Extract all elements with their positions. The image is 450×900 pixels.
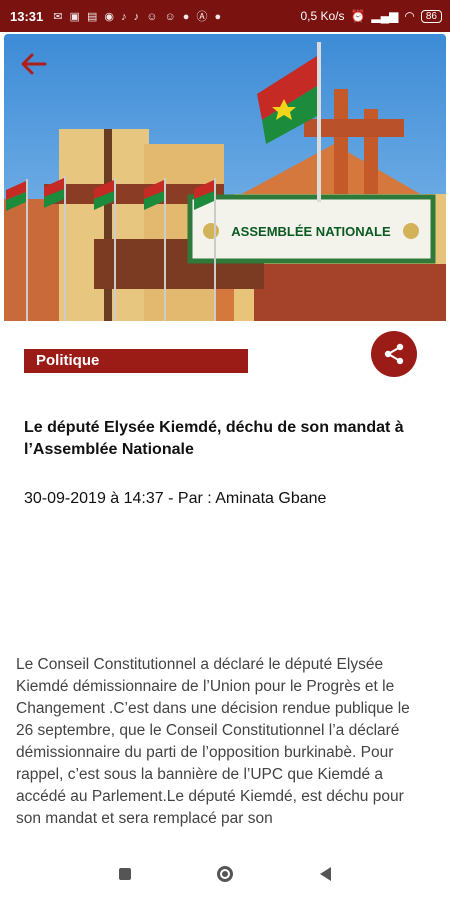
square-icon <box>119 868 131 880</box>
network-speed: 0,5 Ko/s <box>300 9 345 23</box>
status-time: 13:31 <box>10 8 44 24</box>
nav-back-button[interactable] <box>310 859 340 889</box>
assembly-building-illustration: ASSEMBLÉE NATIONALE <box>4 34 446 321</box>
sign-text: ASSEMBLÉE NATIONALE <box>231 224 391 239</box>
back-button[interactable] <box>18 48 50 80</box>
category-badge[interactable]: Politique <box>24 349 248 373</box>
triangle-back-icon <box>319 867 331 881</box>
signal-icon: ▂▄▆ <box>371 9 399 23</box>
hero-image: ASSEMBLÉE NATIONALE <box>4 34 446 321</box>
arrow-left-icon <box>21 53 47 75</box>
home-button[interactable] <box>210 859 240 889</box>
circle-icon <box>217 866 233 882</box>
status-right: 0,5 Ko/s ⏰ ▂▄▆ ◠ 86 <box>300 9 442 23</box>
system-nav-bar <box>0 848 450 900</box>
recents-button[interactable] <box>110 859 140 889</box>
wifi-icon: ◠ <box>404 9 415 23</box>
share-button[interactable] <box>371 331 417 377</box>
article-card: ASSEMBLÉE NATIONALE Politique Le député … <box>4 34 446 848</box>
article-body: Le Conseil Constitutionnel a déclaré le … <box>16 656 410 827</box>
status-bar: 13:31 ✉ ▣ ▤ ◉ ♪ ♪ ☺ ☺ ● Ⓐ ● 0,5 Ko/s ⏰ ▂… <box>0 0 450 32</box>
share-icon <box>384 343 404 365</box>
battery-indicator: 86 <box>420 9 442 23</box>
article-title: Le député Elysée Kiemdé, déchu de son ma… <box>24 419 404 458</box>
notification-icons: ✉ ▣ ▤ ◉ ♪ ♪ ☺ ☺ ● Ⓐ ● <box>53 11 224 23</box>
article-meta: 30-09-2019 à 14:37 - Par : Aminata Gbane <box>24 490 327 507</box>
alarm-icon: ⏰ <box>350 9 366 23</box>
